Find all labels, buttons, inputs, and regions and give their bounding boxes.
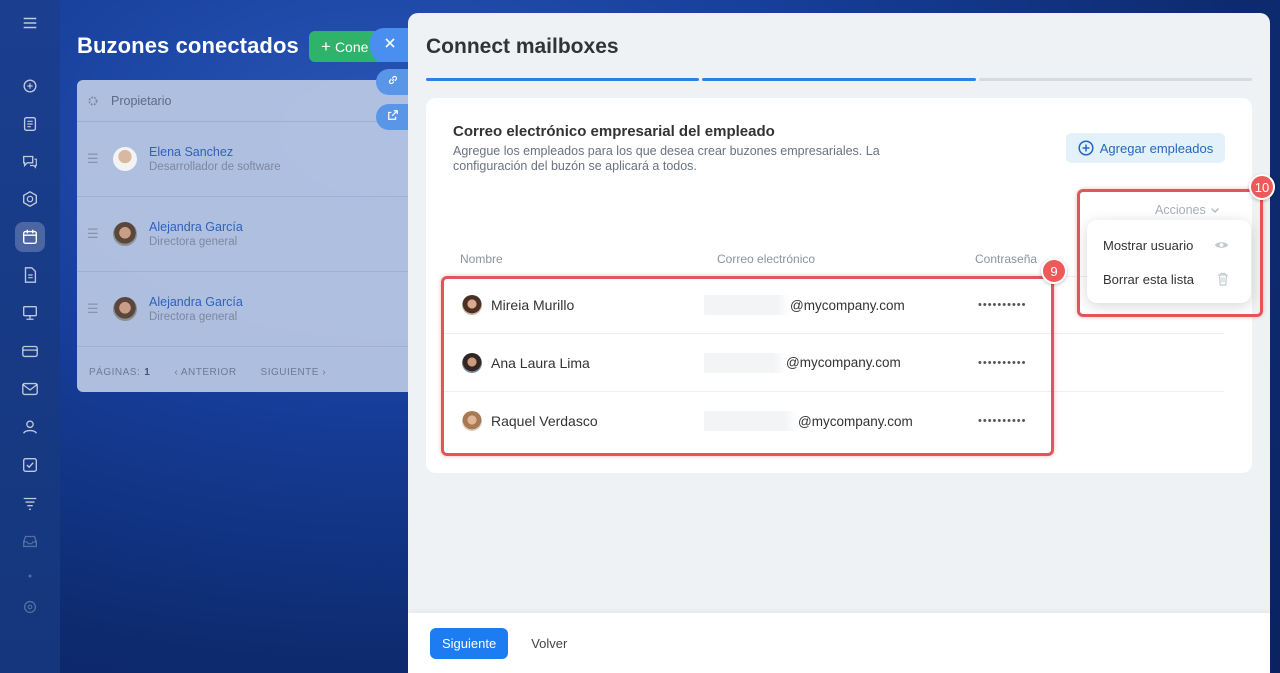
card-description: Agregue los empleados para los que desea… [453, 144, 880, 173]
background-mailbox-table: Propietario ☰ Elena Sanchez Desarrollado… [77, 80, 417, 392]
pages-indicator: PÁGINAS: 1 [89, 366, 151, 378]
owner-name[interactable]: Alejandra García [149, 295, 243, 309]
copy-link-button[interactable] [376, 69, 410, 95]
wizard-progress [426, 78, 1252, 82]
avatar [113, 222, 137, 246]
table-row[interactable]: ☰ Alejandra García Directora general [77, 197, 417, 272]
calendar-icon[interactable] [15, 222, 45, 252]
groups-icon[interactable] [15, 184, 45, 214]
step-3-indicator [978, 78, 1252, 81]
chat-icon[interactable] [15, 146, 45, 176]
inbox-icon[interactable] [15, 526, 45, 556]
link-icon [387, 73, 399, 91]
pagination: PÁGINAS: 1 ‹ ANTERIOR SIGUIENTE › [77, 347, 417, 392]
card-icon[interactable] [15, 336, 45, 366]
table-row[interactable]: ☰ Elena Sanchez Desarrollador de softwar… [77, 122, 417, 197]
documents-icon[interactable] [15, 260, 45, 290]
name-column-header: Nombre [460, 252, 503, 266]
mail-icon[interactable] [15, 374, 45, 404]
drag-handle-icon[interactable]: ☰ [87, 226, 101, 242]
menu-icon[interactable] [15, 8, 45, 38]
table-header: Propietario [77, 80, 417, 122]
actions-menu-highlight [1077, 189, 1263, 317]
dot-icon [15, 561, 45, 591]
back-button[interactable]: Volver [531, 636, 567, 651]
annotation-badge-10: 10 [1249, 174, 1275, 200]
gear-icon[interactable] [87, 95, 99, 107]
tasks-icon[interactable] [15, 109, 45, 139]
settings-icon[interactable] [15, 592, 45, 622]
next-button[interactable]: Siguiente [430, 627, 509, 659]
presentation-icon[interactable] [15, 298, 45, 328]
close-icon [384, 36, 396, 54]
open-new-window-button[interactable] [376, 104, 410, 130]
left-navigation-rail [0, 0, 60, 673]
employee-table-highlight [441, 276, 1054, 456]
external-link-icon [387, 108, 399, 126]
add-employees-button[interactable]: Agregar empleados [1066, 133, 1225, 163]
owner-name[interactable]: Elena Sanchez [149, 145, 281, 159]
drag-handle-icon[interactable]: ☰ [87, 301, 101, 317]
owner-info: Alejandra García Directora general [149, 295, 243, 323]
owner-role: Directora general [149, 311, 238, 323]
step-1-indicator [426, 78, 700, 81]
panel-title: Connect mailboxes [426, 35, 619, 58]
plus-icon: + [321, 36, 331, 56]
close-slider-button[interactable] [370, 28, 410, 62]
owner-info: Elena Sanchez Desarrollador de software [149, 145, 281, 173]
step-2-indicator [702, 78, 976, 81]
owner-role: Desarrollador de software [149, 161, 281, 173]
add-employees-label: Agregar empleados [1099, 140, 1214, 156]
checkbox-icon[interactable] [15, 450, 45, 480]
feed-icon[interactable] [15, 71, 45, 101]
owner-name[interactable]: Alejandra García [149, 220, 243, 234]
annotation-badge-9: 9 [1041, 258, 1067, 284]
avatar [113, 147, 137, 171]
panel-footer: Siguiente Volver [408, 613, 1270, 673]
connect-button-label: Cone [334, 38, 369, 55]
card-title: Correo electrónico empresarial del emple… [453, 123, 775, 140]
avatar [113, 297, 137, 321]
next-page-link[interactable]: SIGUIENTE › [261, 367, 327, 378]
table-row[interactable]: ☰ Alejandra García Directora general [77, 272, 417, 347]
email-column-header: Correo electrónico [717, 252, 816, 266]
add-circle-icon [1078, 140, 1094, 156]
previous-page-link[interactable]: ‹ ANTERIOR [174, 367, 236, 378]
owner-role: Directora general [149, 236, 238, 248]
password-column-header: Contraseña [975, 252, 1038, 266]
contacts-icon[interactable] [15, 412, 45, 442]
owner-column-header: Propietario [111, 93, 172, 108]
drag-handle-icon[interactable]: ☰ [87, 151, 101, 167]
owner-info: Alejandra García Directora general [149, 220, 243, 248]
background-page-title: Buzones conectados [77, 33, 299, 58]
filter-icon[interactable] [15, 488, 45, 518]
